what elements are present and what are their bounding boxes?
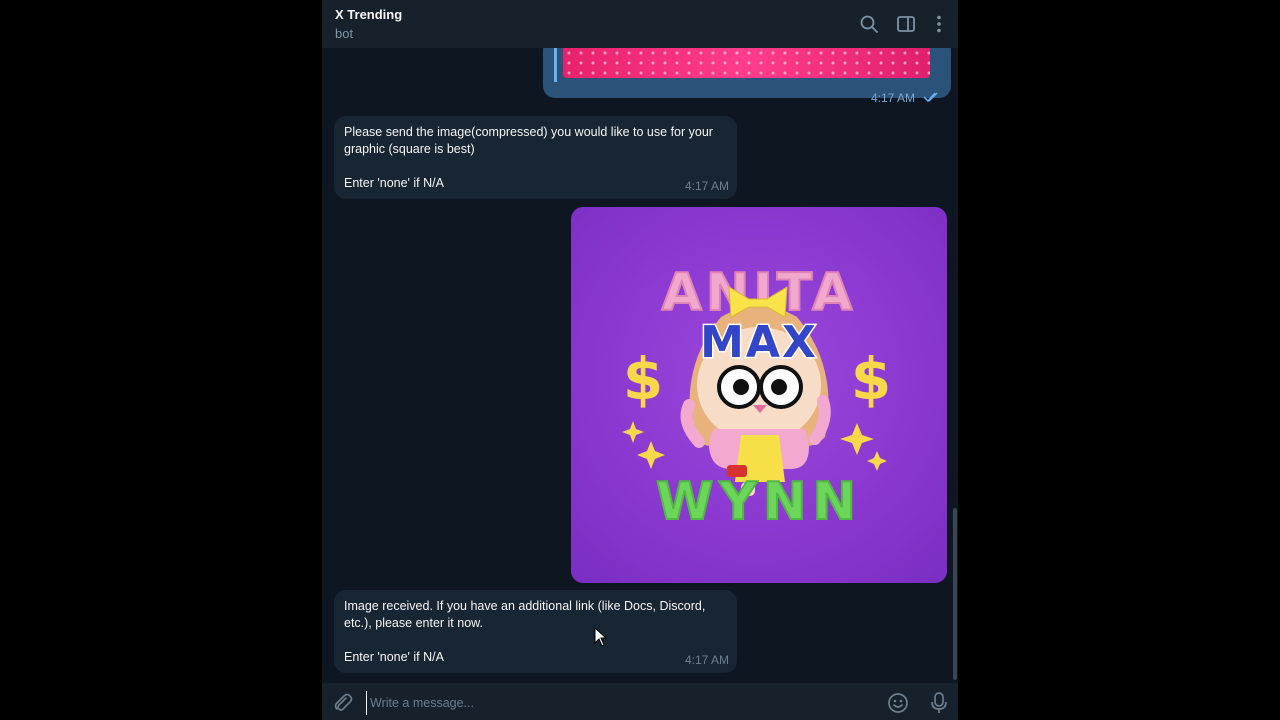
incoming-message: Image received. If you have an additiona… bbox=[334, 590, 737, 673]
message-composer bbox=[322, 683, 958, 720]
search-icon[interactable] bbox=[858, 13, 880, 35]
scrollbar[interactable] bbox=[953, 508, 957, 680]
message-time: 4:17 AM bbox=[684, 179, 729, 193]
photo-message[interactable]: ANITA MAX $ $ WYNN bbox=[571, 207, 947, 583]
photo-symbol-right: $ bbox=[851, 345, 891, 413]
photo-text-middle: MAX bbox=[700, 317, 818, 368]
photo-text-bottom: WYNN bbox=[656, 472, 862, 532]
message-list: 4:17 AM Please send the image(compressed… bbox=[322, 38, 958, 683]
outgoing-image-preview[interactable] bbox=[563, 48, 930, 78]
anita-max-wynn-sticker: ANITA MAX $ $ WYNN bbox=[622, 262, 891, 533]
chat-status: bot bbox=[335, 26, 354, 41]
message-text: Please send the image(compressed) you wo… bbox=[344, 125, 713, 190]
chat-title[interactable]: X Trending bbox=[335, 7, 402, 22]
incoming-message: Please send the image(compressed) you wo… bbox=[334, 116, 737, 199]
attach-icon[interactable] bbox=[331, 691, 353, 713]
more-icon[interactable] bbox=[928, 13, 950, 35]
photo-symbol-left: $ bbox=[623, 345, 663, 413]
message-input[interactable] bbox=[366, 691, 872, 715]
message-time: 4:17 AM bbox=[684, 653, 729, 667]
microphone-icon[interactable] bbox=[928, 691, 950, 715]
mouse-cursor-icon bbox=[594, 627, 608, 647]
emoji-icon[interactable] bbox=[887, 692, 909, 714]
chat-window: X Trending bot 4:17 AM Please send the i… bbox=[322, 0, 958, 720]
sidebar-icon[interactable] bbox=[895, 13, 917, 35]
read-ticks-icon bbox=[923, 92, 938, 103]
message-time: 4:17 AM bbox=[871, 91, 916, 105]
chat-header: X Trending bot bbox=[322, 0, 958, 48]
quote-bar bbox=[554, 48, 557, 82]
message-text: Image received. If you have an additiona… bbox=[344, 599, 706, 664]
